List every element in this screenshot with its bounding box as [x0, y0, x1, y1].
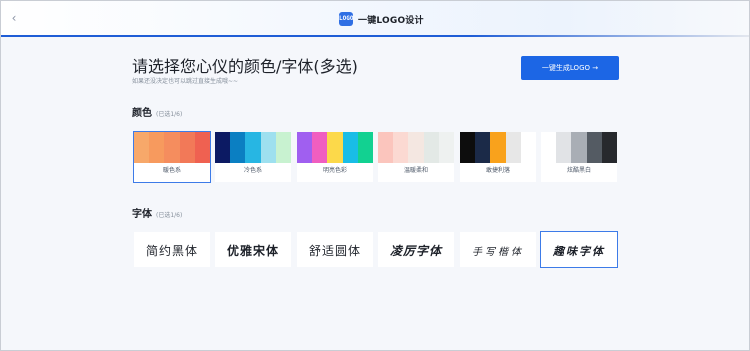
font-option-card[interactable]: 手写楷体: [460, 232, 536, 267]
top-bar: ‹ LOGO 一键LOGO设计: [1, 1, 749, 37]
font-option-label: 优雅宋体: [226, 244, 279, 258]
color-swatch: [460, 132, 476, 163]
font-option-label: 舒适圆体: [308, 244, 361, 258]
font-option-card[interactable]: 优雅宋体: [215, 232, 291, 267]
color-swatch: [571, 132, 587, 163]
color-option-card[interactable]: 冷色系: [215, 132, 292, 182]
color-swatch-strip: [541, 132, 618, 163]
color-swatch: [408, 132, 424, 163]
color-option-label: 暖色系: [162, 167, 181, 174]
main-content: 请选择您心仪的颜色/字体(多选) 如果还没决定也可以跳过直接生成哦~~ 一键生成…: [1, 37, 749, 350]
color-swatch-strip: [378, 132, 455, 163]
generate-logo-button[interactable]: 一键生成LOGO →: [521, 56, 619, 80]
back-button[interactable]: ‹: [7, 10, 21, 26]
color-option-label: 明亮色彩: [322, 167, 347, 174]
font-section-title: 字体 (已选1/6): [132, 205, 182, 220]
color-swatch-strip: [134, 132, 211, 163]
color-swatch: [134, 132, 150, 163]
color-swatch: [520, 132, 537, 163]
color-swatch: [327, 132, 343, 163]
app-window: ‹ LOGO 一键LOGO设计 请选择您心仪的颜色/字体(多选) 如果还没决定也…: [0, 0, 750, 351]
page-subtitle: 如果还没决定也可以跳过直接生成哦~~: [132, 78, 239, 85]
color-section-label: 颜色: [132, 108, 152, 119]
color-swatch: [179, 132, 195, 163]
color-swatch-strip: [215, 132, 292, 163]
color-option-card[interactable]: 炫酷黑白: [541, 132, 618, 182]
color-swatch: [505, 132, 521, 163]
color-selected-count: (已选1/6): [156, 111, 183, 118]
color-swatch: [230, 132, 246, 163]
color-swatch: [357, 132, 374, 163]
color-swatch: [490, 132, 506, 163]
font-option-card[interactable]: 趣味字体: [540, 231, 618, 268]
color-swatch-strip: [297, 132, 374, 163]
color-swatch: [164, 132, 180, 163]
page-title: 请选择您心仪的颜色/字体(多选): [132, 57, 358, 76]
color-section-title: 颜色 (已选1/6): [132, 104, 182, 119]
color-option-card[interactable]: 敢捷利落: [460, 132, 537, 182]
color-swatch: [541, 132, 557, 163]
color-option-label: 炫酷黑白: [566, 167, 591, 174]
color-option-label: 敢捷利落: [485, 167, 510, 174]
color-swatch: [245, 132, 261, 163]
app-brand: LOGO 一键LOGO设计: [339, 11, 424, 27]
color-swatch: [423, 132, 439, 163]
color-swatch: [393, 132, 409, 163]
chevron-left-icon: ‹: [11, 11, 17, 25]
font-option-card[interactable]: 凌厉字体: [378, 232, 454, 267]
color-swatch: [215, 132, 231, 163]
font-option-label: 趣味字体: [553, 245, 605, 258]
color-swatch: [438, 132, 455, 163]
color-swatch: [378, 132, 394, 163]
color-swatch: [149, 132, 165, 163]
color-option-label: 温暖柔和: [403, 167, 428, 174]
color-swatch: [556, 132, 572, 163]
font-option-label: 凌厉字体: [389, 244, 442, 258]
color-swatch: [260, 132, 276, 163]
font-option-card[interactable]: 舒适圆体: [297, 232, 373, 267]
color-swatch: [312, 132, 328, 163]
font-section-label: 字体: [132, 209, 152, 220]
color-option-label: 冷色系: [243, 167, 262, 174]
color-swatch: [275, 132, 292, 163]
color-swatch: [586, 132, 602, 163]
color-swatch: [194, 132, 211, 163]
font-option-label: 手写楷体: [472, 247, 524, 258]
font-option-card[interactable]: 简约黑体: [134, 232, 210, 267]
color-swatch: [297, 132, 313, 163]
color-option-card[interactable]: 温暖柔和: [378, 132, 455, 182]
logo-icon: LOGO: [339, 12, 353, 26]
color-swatch: [342, 132, 358, 163]
color-option-card[interactable]: 暖色系: [133, 131, 211, 183]
color-swatch-strip: [460, 132, 537, 163]
color-swatch: [475, 132, 491, 163]
color-swatch: [601, 132, 618, 163]
app-title: 一键LOGO设计: [358, 15, 424, 26]
color-option-card[interactable]: 明亮色彩: [297, 132, 374, 182]
font-option-label: 简约黑体: [145, 244, 198, 258]
font-selected-count: (已选1/6): [156, 212, 183, 219]
